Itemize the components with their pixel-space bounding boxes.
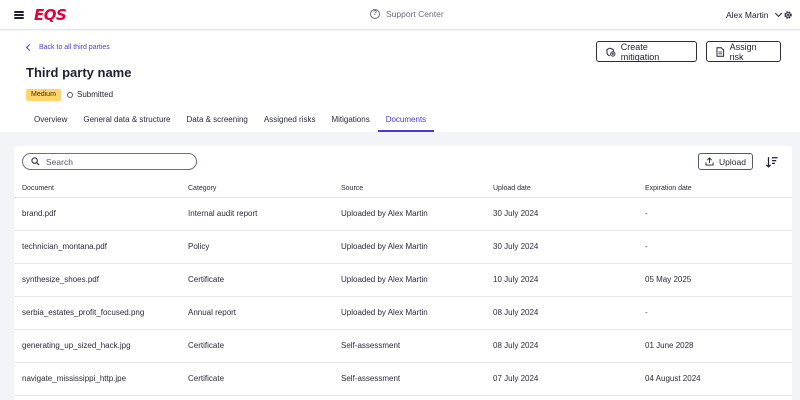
document-cell[interactable]: technician_montana.pdf xyxy=(14,230,180,264)
gear-icon[interactable] xyxy=(783,10,793,20)
chevron-down-icon xyxy=(774,9,782,18)
expiration-date-cell: 04 August 2024 xyxy=(637,362,792,396)
tab-overview[interactable]: Overview xyxy=(26,115,75,132)
upload-date-cell: 10 July 2024 xyxy=(485,263,637,297)
expiration-date-cell: - xyxy=(637,197,792,231)
category-cell: Certificate xyxy=(180,329,333,363)
source-cell: Uploaded by Alex Martin xyxy=(333,263,485,297)
page-header: Back to all third parties Third party na… xyxy=(0,31,800,132)
documents-table: Document Category Source Upload date Exp… xyxy=(14,180,792,396)
expiration-date-cell: - xyxy=(637,296,792,330)
source-cell: Self-assessment xyxy=(333,362,485,396)
column-header-source[interactable]: Source xyxy=(333,180,485,198)
table-row[interactable]: navigate_mississippi_http.jpe Certificat… xyxy=(14,362,792,396)
sort-icon[interactable] xyxy=(765,155,779,169)
risk-badge: Medium xyxy=(26,89,61,101)
upload-button[interactable]: Upload xyxy=(698,153,753,170)
search-icon xyxy=(31,157,40,166)
table-row[interactable]: synthesize_shoes.pdf Certificate Uploade… xyxy=(14,263,792,297)
tab-general-data-structure[interactable]: General data & structure xyxy=(75,115,178,132)
user-menu[interactable]: Alex Martin xyxy=(726,9,782,20)
upload-date-cell: 08 July 2024 xyxy=(485,296,637,330)
category-cell: Annual report xyxy=(180,296,333,330)
tab-bar: Overview General data & structure Data &… xyxy=(26,115,435,132)
status-label: Submitted xyxy=(77,90,114,99)
category-cell: Certificate xyxy=(180,263,333,297)
upload-label: Upload xyxy=(719,156,746,167)
chevron-left-icon xyxy=(25,43,34,52)
search-input[interactable] xyxy=(46,156,186,167)
document-cell[interactable]: generating_up_sized_hack.jpg xyxy=(14,329,180,363)
help-icon: ? xyxy=(370,9,380,19)
upload-date-cell: 08 July 2024 xyxy=(485,329,637,363)
document-icon xyxy=(716,46,725,57)
source-cell: Uploaded by Alex Martin xyxy=(333,230,485,264)
source-cell: Uploaded by Alex Martin xyxy=(333,296,485,330)
upload-icon xyxy=(705,157,714,166)
expiration-date-cell: 01 June 2028 xyxy=(637,329,792,363)
column-header-category[interactable]: Category xyxy=(180,180,333,198)
shield-add-icon xyxy=(606,47,616,57)
document-cell[interactable]: synthesize_shoes.pdf xyxy=(14,263,180,297)
upload-date-cell: 07 July 2024 xyxy=(485,362,637,396)
upload-date-cell: 30 July 2024 xyxy=(485,230,637,264)
tab-data-screening[interactable]: Data & screening xyxy=(179,115,256,132)
create-mitigation-button[interactable]: Create mitigation xyxy=(596,41,697,62)
expiration-date-cell: - xyxy=(637,230,792,264)
table-row[interactable]: technician_montana.pdf Policy Uploaded b… xyxy=(14,230,792,264)
table-row[interactable]: serbia_estates_profit_focused.png Annual… xyxy=(14,296,792,330)
table-header-row: Document Category Source Upload date Exp… xyxy=(14,180,792,198)
support-center-label: Support Center xyxy=(386,9,444,19)
category-cell: Policy xyxy=(180,230,333,264)
user-name: Alex Martin xyxy=(726,10,769,20)
create-mitigation-label: Create mitigation xyxy=(620,41,660,62)
document-cell[interactable]: brand.pdf xyxy=(14,197,180,231)
documents-panel: Upload Document Category Source Upload d… xyxy=(14,146,792,400)
table-row[interactable]: generating_up_sized_hack.jpg Certificate… xyxy=(14,329,792,363)
search-box[interactable] xyxy=(22,153,197,170)
document-cell[interactable]: navigate_mississippi_http.jpe xyxy=(14,362,180,396)
back-link[interactable]: Back to all third parties xyxy=(25,43,110,52)
menu-icon[interactable] xyxy=(14,11,24,19)
back-link-label: Back to all third parties xyxy=(39,44,110,51)
status-indicator: Submitted xyxy=(67,90,113,99)
table-row[interactable]: brand.pdf Internal audit report Uploaded… xyxy=(14,197,792,231)
tab-documents[interactable]: Documents xyxy=(377,115,435,132)
upload-date-cell: 30 July 2024 xyxy=(485,197,637,231)
source-cell: Self-assessment xyxy=(333,329,485,363)
support-center-link[interactable]: ? Support Center xyxy=(370,9,444,19)
assign-risk-label: Assign risk xyxy=(729,41,757,62)
column-header-upload-date[interactable]: Upload date xyxy=(485,180,637,198)
assign-risk-button[interactable]: Assign risk xyxy=(706,41,781,62)
logo[interactable]: EQS xyxy=(34,6,67,24)
column-header-document[interactable]: Document xyxy=(14,180,180,198)
expiration-date-cell: 05 May 2025 xyxy=(637,263,792,297)
category-cell: Certificate xyxy=(180,362,333,396)
document-cell[interactable]: serbia_estates_profit_focused.png xyxy=(14,296,180,330)
tab-mitigations[interactable]: Mitigations xyxy=(323,115,377,132)
column-header-expiration-date[interactable]: Expiration date xyxy=(637,180,792,198)
tab-assigned-risks[interactable]: Assigned risks xyxy=(256,115,324,132)
page-title: Third party name xyxy=(26,65,132,80)
status-circle-icon xyxy=(67,91,73,98)
top-bar: EQS ? Support Center Alex Martin xyxy=(0,0,800,30)
category-cell: Internal audit report xyxy=(180,197,333,231)
source-cell: Uploaded by Alex Martin xyxy=(333,197,485,231)
